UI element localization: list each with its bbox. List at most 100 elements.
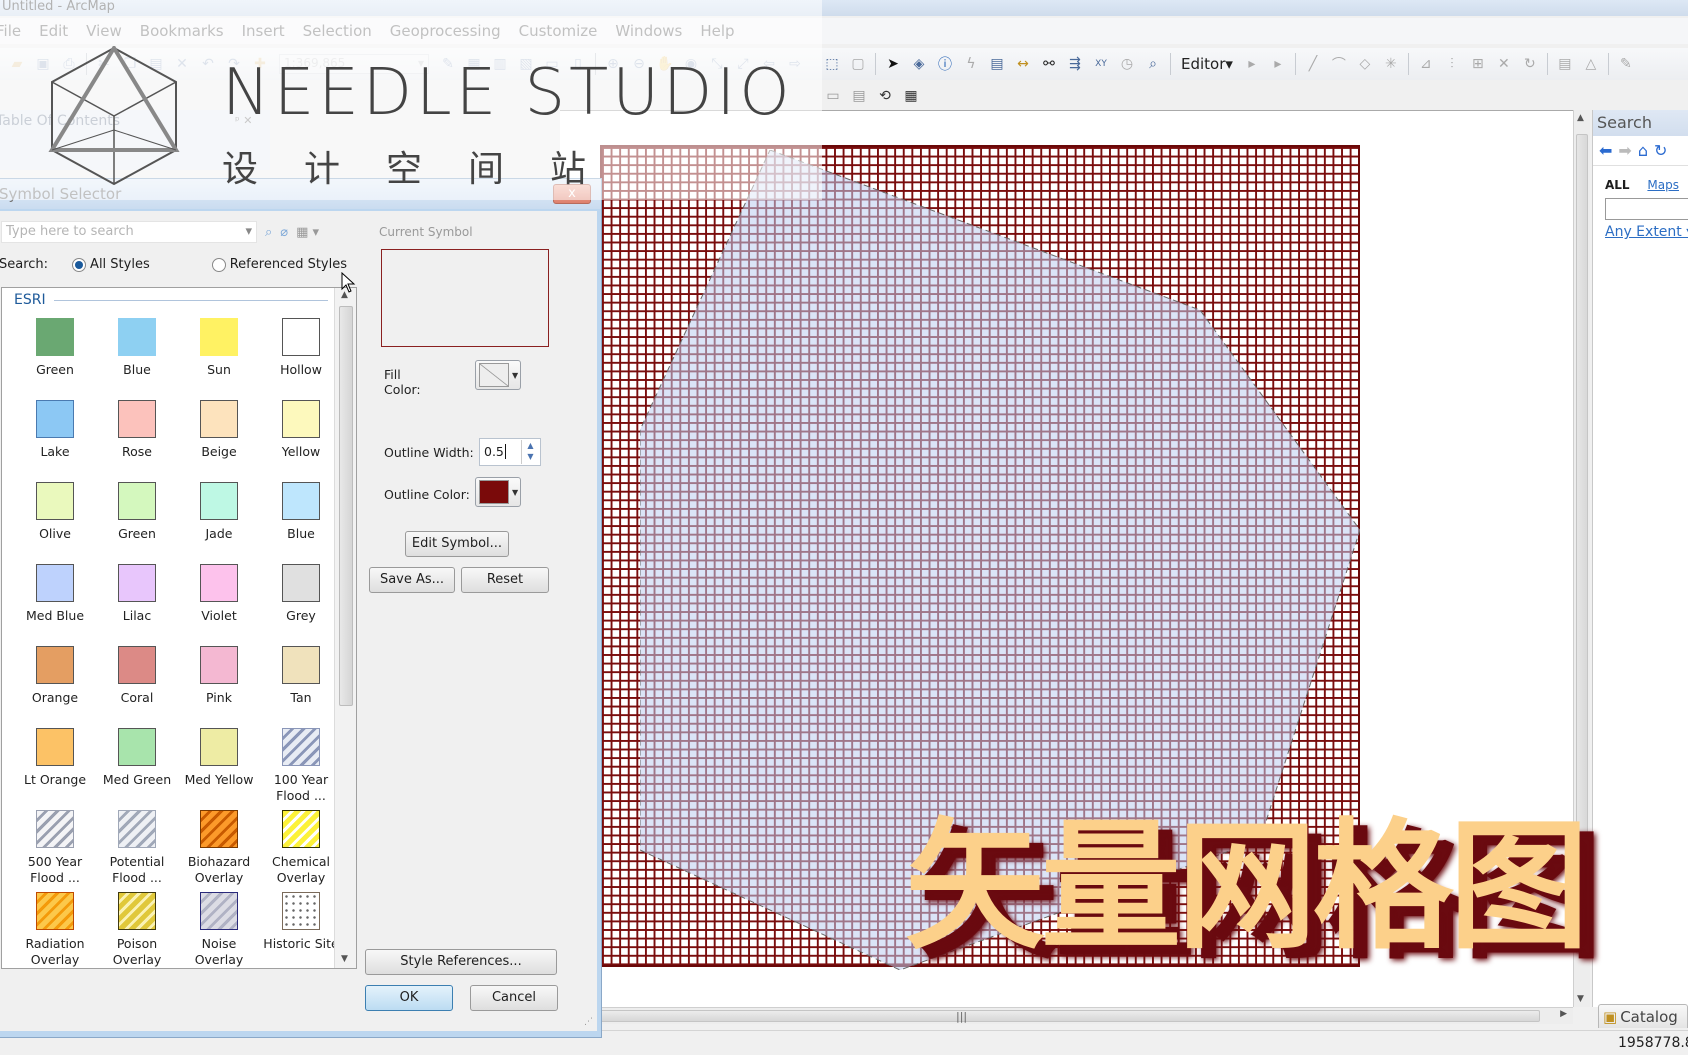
- pan-icon[interactable]: ✋: [655, 54, 675, 74]
- reshape-icon[interactable]: ⫶: [1442, 54, 1462, 74]
- data-frame-icon[interactable]: ▦: [901, 86, 921, 106]
- symbol-item[interactable]: Blue: [96, 316, 178, 398]
- fixed-zoom-out-icon[interactable]: ⤢: [733, 54, 753, 74]
- symbol-item[interactable]: Chemical Overlay: [260, 808, 342, 890]
- symbol-item[interactable]: Lake: [14, 398, 96, 480]
- undo-icon[interactable]: ↶: [198, 54, 218, 74]
- open-icon[interactable]: ▰: [7, 54, 27, 74]
- symbol-item[interactable]: Rose: [96, 398, 178, 480]
- menu-help[interactable]: Help: [700, 22, 734, 40]
- symbol-item[interactable]: Historic Site: [260, 890, 342, 968]
- home-icon[interactable]: ⌂: [1638, 141, 1648, 160]
- forward-arrow-icon[interactable]: ➡: [1618, 141, 1631, 160]
- menu-selection[interactable]: Selection: [303, 22, 372, 40]
- editor-menu-button[interactable]: Editor▾: [1181, 55, 1233, 73]
- attributes-icon[interactable]: ◈: [909, 54, 929, 74]
- attributes-window-icon[interactable]: ▤: [1555, 54, 1575, 74]
- symbol-item[interactable]: Med Yellow: [178, 726, 260, 808]
- symbol-item[interactable]: Green: [14, 316, 96, 398]
- search-input[interactable]: [1605, 198, 1688, 220]
- editor-toolbar-icon[interactable]: ✎: [438, 54, 458, 74]
- table-icon[interactable]: ▦: [464, 54, 484, 74]
- symbol-item[interactable]: Violet: [178, 562, 260, 644]
- delete-icon[interactable]: ✕: [172, 54, 192, 74]
- menu-edit[interactable]: Edit: [39, 22, 68, 40]
- menu-geoprocessing[interactable]: Geoprocessing: [390, 22, 501, 40]
- symbol-search-input[interactable]: Type here to search ▾: [1, 221, 257, 243]
- symbol-item[interactable]: Green: [96, 480, 178, 562]
- symbol-item[interactable]: 100 Year Flood ...: [260, 726, 342, 808]
- map-horizontal-scrollbar[interactable]: ||| ▶: [600, 1007, 1573, 1024]
- find-icon[interactable]: ⚯: [1039, 54, 1059, 74]
- time-slider-icon[interactable]: ◷: [1117, 54, 1137, 74]
- tab-maps[interactable]: Maps: [1647, 178, 1679, 192]
- edit-annotation-icon[interactable]: ▸: [1268, 54, 1288, 74]
- map-scale-combo[interactable]: 1:369,865 ▾: [279, 54, 429, 74]
- find-route-icon[interactable]: ⇶: [1065, 54, 1085, 74]
- point-icon[interactable]: ✳: [1381, 54, 1401, 74]
- outline-width-input[interactable]: 0.5 ▲ ▼: [479, 438, 541, 466]
- back-arrow-icon[interactable]: ⬅: [1599, 141, 1612, 160]
- python-icon[interactable]: ▭: [542, 54, 562, 74]
- page-icon[interactable]: ▭: [823, 86, 843, 106]
- symbol-item[interactable]: Radiation Overlay: [14, 890, 96, 968]
- html-popup-icon[interactable]: ▤: [987, 54, 1007, 74]
- copy-icon[interactable]: ❐: [120, 54, 140, 74]
- dialog-close-button[interactable]: x: [553, 184, 591, 204]
- create-features-icon[interactable]: ✎: [1616, 54, 1636, 74]
- symbol-item[interactable]: Blue: [260, 480, 342, 562]
- search-icon[interactable]: ⌕: [265, 225, 272, 240]
- hyperlink-icon[interactable]: ϟ: [961, 54, 981, 74]
- symbol-item[interactable]: Hollow: [260, 316, 342, 398]
- symbol-item[interactable]: Med Green: [96, 726, 178, 808]
- catalog-icon[interactable]: ▥: [490, 54, 510, 74]
- symbol-item[interactable]: Orange: [14, 644, 96, 726]
- symbol-item[interactable]: Med Blue: [14, 562, 96, 644]
- symbol-item[interactable]: Yellow: [260, 398, 342, 480]
- outline-color-button[interactable]: ▼: [475, 477, 521, 507]
- menu-windows[interactable]: Windows: [615, 22, 682, 40]
- redo-icon[interactable]: ↷: [224, 54, 244, 74]
- cut-icon[interactable]: ✂: [94, 54, 114, 74]
- edit-vertices-icon[interactable]: ⊿: [1416, 54, 1436, 74]
- straight-segment-icon[interactable]: ╱: [1303, 54, 1323, 74]
- symbol-item[interactable]: Jade: [178, 480, 260, 562]
- symbol-item[interactable]: Tan: [260, 644, 342, 726]
- symbol-item[interactable]: Pink: [178, 644, 260, 726]
- forward-extent-icon[interactable]: ⇨: [785, 54, 805, 74]
- clear-search-icon[interactable]: ⌀: [280, 225, 288, 240]
- radio-all-styles[interactable]: All Styles: [72, 257, 150, 272]
- symbol-item[interactable]: Lt Orange: [14, 726, 96, 808]
- magnifier-icon[interactable]: ⌕: [1143, 54, 1163, 74]
- page-zoom-icon[interactable]: ▤: [849, 86, 869, 106]
- save-icon[interactable]: ▣: [33, 54, 53, 74]
- globe-icon[interactable]: ◉: [681, 54, 701, 74]
- symbol-item[interactable]: Potential Flood ...: [96, 808, 178, 890]
- fixed-zoom-in-icon[interactable]: ⤡: [707, 54, 727, 74]
- menu-bookmarks[interactable]: Bookmarks: [140, 22, 224, 40]
- symbol-item[interactable]: Poison Overlay: [96, 890, 178, 968]
- menu-file[interactable]: File: [0, 22, 21, 40]
- resize-grip-icon[interactable]: ⋰: [584, 1017, 593, 1027]
- symbol-item[interactable]: Coral: [96, 644, 178, 726]
- view-options-icon[interactable]: ▦ ▾: [296, 225, 319, 240]
- menu-insert[interactable]: Insert: [242, 22, 285, 40]
- symbol-item[interactable]: Lilac: [96, 562, 178, 644]
- scroll-thumb[interactable]: [339, 306, 353, 706]
- split-icon[interactable]: ✕: [1494, 54, 1514, 74]
- identify-icon[interactable]: ⓘ: [935, 54, 955, 74]
- fill-color-button[interactable]: ▼: [475, 360, 521, 390]
- end-point-arc-icon[interactable]: ⌒: [1329, 54, 1349, 74]
- refresh-icon[interactable]: ↻: [1654, 141, 1667, 160]
- goto-xy-icon[interactable]: XY: [1091, 54, 1111, 74]
- symbol-item[interactable]: Beige: [178, 398, 260, 480]
- scroll-down-icon[interactable]: ▼: [1577, 994, 1584, 1004]
- menu-customize[interactable]: Customize: [519, 22, 598, 40]
- style-references-button[interactable]: Style References...: [365, 949, 557, 975]
- back-extent-icon[interactable]: ⇦: [759, 54, 779, 74]
- reset-button[interactable]: Reset: [461, 567, 549, 593]
- radio-referenced-styles[interactable]: Referenced Styles: [211, 257, 347, 272]
- rotate-icon[interactable]: ↻: [1520, 54, 1540, 74]
- gallery-scrollbar[interactable]: ▲ ▼: [334, 288, 356, 968]
- print-icon[interactable]: ⎙: [59, 54, 79, 74]
